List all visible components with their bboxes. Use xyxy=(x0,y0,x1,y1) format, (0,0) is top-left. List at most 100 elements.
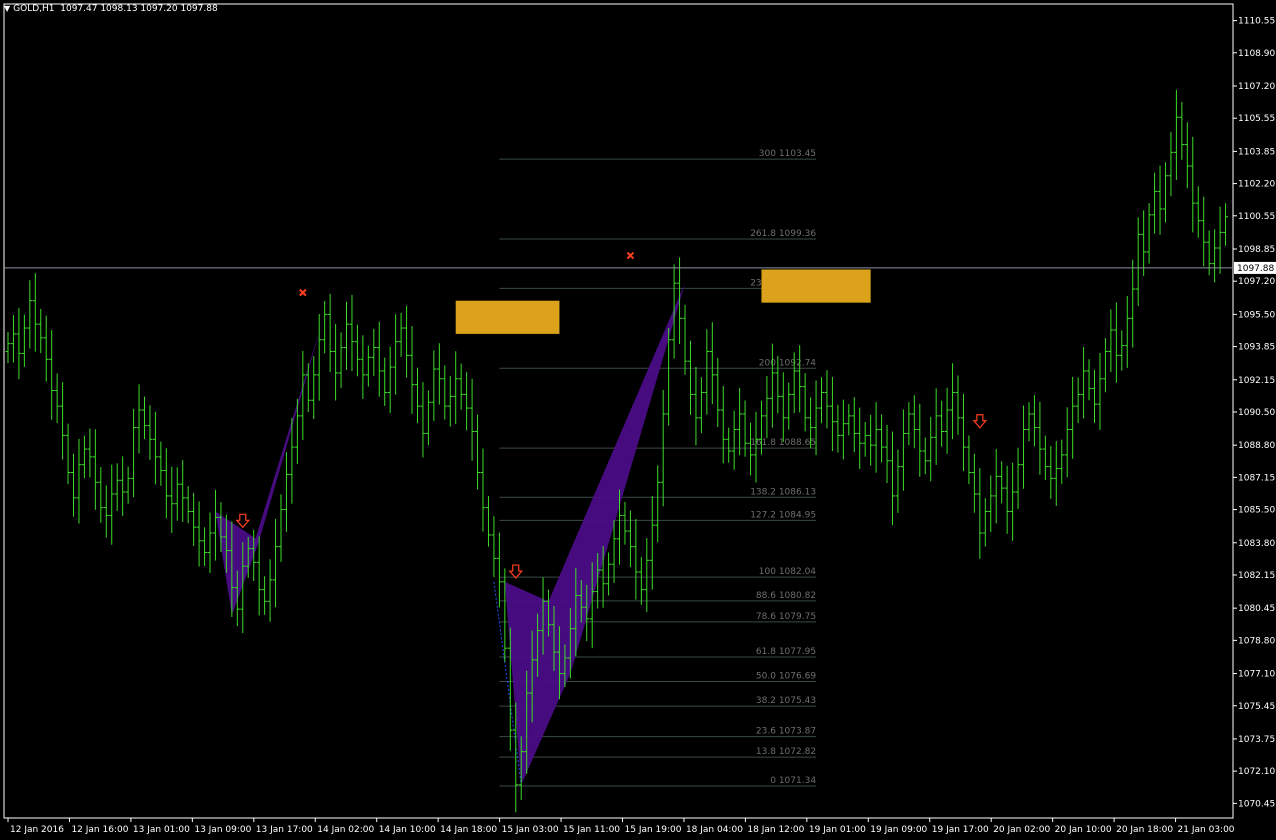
ohlc-bar xyxy=(431,350,437,421)
ohlc-bar xyxy=(382,357,388,406)
ohlc-bar xyxy=(1042,435,1048,481)
ohlc-bar xyxy=(627,510,633,568)
ohlc-bar xyxy=(900,409,906,491)
time-tick-label: 15 Jan 03:00 xyxy=(502,825,559,835)
ohlc-bar xyxy=(1206,230,1212,276)
fib-level-label: 78.6 1079.75 xyxy=(756,612,816,622)
ohlc-bar xyxy=(333,323,339,401)
ohlc-bar xyxy=(1119,330,1125,371)
ohlc-bar xyxy=(1048,446,1054,499)
pattern-left-triangle xyxy=(231,314,325,615)
ohlc-bar xyxy=(409,326,415,414)
ohlc-bar xyxy=(824,370,830,429)
ohlc-bar xyxy=(1015,447,1021,509)
ohlc-bar xyxy=(911,395,917,449)
ohlc-bar xyxy=(1162,162,1168,223)
ohlc-bar xyxy=(278,494,284,562)
time-tick-label: 18 Jan 12:00 xyxy=(747,825,804,835)
ohlc-bar xyxy=(1004,465,1010,534)
price-tick-label: 1103.85 xyxy=(1238,147,1275,157)
ohlc-bar xyxy=(797,345,803,413)
ohlc-bar xyxy=(60,382,66,460)
ohlc-bar xyxy=(338,332,344,389)
ohlc-bar xyxy=(682,304,688,375)
ohlc-bar xyxy=(458,363,464,410)
ohlc-bar xyxy=(360,335,366,399)
ohlc-bar xyxy=(1141,210,1147,276)
price-tick-label: 1093.85 xyxy=(1238,343,1275,353)
ohlc-bar xyxy=(1086,359,1092,401)
ohlc-bar xyxy=(76,438,82,524)
time-tick-label: 14 Jan 18:00 xyxy=(440,825,497,835)
ohlc-bar xyxy=(835,404,841,453)
ohlc-bar xyxy=(960,393,966,472)
ohlc-bar xyxy=(32,273,38,352)
ohlc-bar xyxy=(376,321,382,397)
ohlc-bar xyxy=(764,376,770,439)
price-tick-label: 1098.85 xyxy=(1238,245,1275,255)
ohlc-bar xyxy=(485,495,491,547)
time-tick-label: 20 Jan 18:00 xyxy=(1116,825,1173,835)
ohlc-bar xyxy=(196,501,202,567)
ohlc-bar xyxy=(950,363,956,440)
fib-level-label: 0 1071.34 xyxy=(770,776,816,786)
price-tick-label: 1080.45 xyxy=(1238,604,1275,614)
ohlc-bar xyxy=(414,367,420,424)
ohlc-bar xyxy=(212,489,218,561)
time-tick-label: 14 Jan 10:00 xyxy=(379,825,436,835)
ohlc-bar xyxy=(43,315,49,382)
time-tick-label: 12 Jan 16:00 xyxy=(71,825,128,835)
ohlc-bar xyxy=(649,495,655,590)
ohlc-bar xyxy=(169,466,175,534)
price-tick-label: 1110.55 xyxy=(1238,17,1275,27)
ohlc-bar xyxy=(1146,203,1152,264)
ohlc-bar xyxy=(425,390,431,446)
ohlc-bar xyxy=(109,464,115,545)
ohlc-bar xyxy=(114,463,120,511)
ohlc-bar xyxy=(54,373,60,424)
ohlc-bar xyxy=(1168,131,1174,197)
ohlc-bar xyxy=(207,512,213,574)
ohlc-bar xyxy=(1097,353,1103,430)
arrow-down-icon xyxy=(235,513,251,529)
ohlc-bar xyxy=(709,322,715,405)
price-tick-label: 1087.15 xyxy=(1238,473,1275,483)
ohlc-bar xyxy=(780,372,786,442)
ohlc-bar xyxy=(152,411,158,485)
ohlc-bar xyxy=(917,403,923,477)
ohlc-bar xyxy=(1195,186,1201,238)
ohlc-bar xyxy=(1130,259,1136,348)
time-tick-label: 20 Jan 10:00 xyxy=(1055,825,1112,835)
ohlc-bar xyxy=(829,376,835,452)
ohlc-bar xyxy=(10,315,16,363)
ohlc-bar xyxy=(327,293,333,372)
ohlc-bar xyxy=(191,492,197,546)
price-tick-label: 1085.50 xyxy=(1238,506,1275,516)
price-chart[interactable]: 1110.55 1108.90 1107.20 1105.55 1103.85 1102.… xyxy=(0,0,1276,840)
ohlc-bar xyxy=(748,422,754,476)
price-tick-label: 1100.55 xyxy=(1238,212,1275,222)
ohlc-bar xyxy=(1075,377,1081,424)
ohlc-bar xyxy=(906,402,912,446)
ohlc-bar xyxy=(305,363,311,412)
ohlc-bar xyxy=(283,452,289,532)
ohlc-bar xyxy=(21,314,27,367)
ohlc-bar xyxy=(638,556,644,605)
fib-level-label: 61.8 1077.95 xyxy=(756,647,816,657)
zone-right xyxy=(761,269,871,303)
ohlc-bar xyxy=(147,405,153,460)
pattern-right-triangle xyxy=(548,283,686,674)
ohlc-bar xyxy=(371,328,377,377)
ohlc-bar xyxy=(354,324,360,377)
ohlc-bar xyxy=(180,460,186,522)
ohlc-bar xyxy=(365,345,371,387)
ohlc-bar xyxy=(464,372,470,431)
ohlc-bar xyxy=(71,453,77,517)
ohlc-bar xyxy=(163,448,169,519)
fib-level-label: 300 1103.45 xyxy=(759,149,816,159)
time-tick-label: 19 Jan 17:00 xyxy=(932,825,989,835)
price-tick-label: 1107.20 xyxy=(1238,82,1275,92)
ohlc-bar xyxy=(344,301,350,370)
ohlc-bar xyxy=(769,343,775,428)
ohlc-bar xyxy=(1070,376,1076,459)
